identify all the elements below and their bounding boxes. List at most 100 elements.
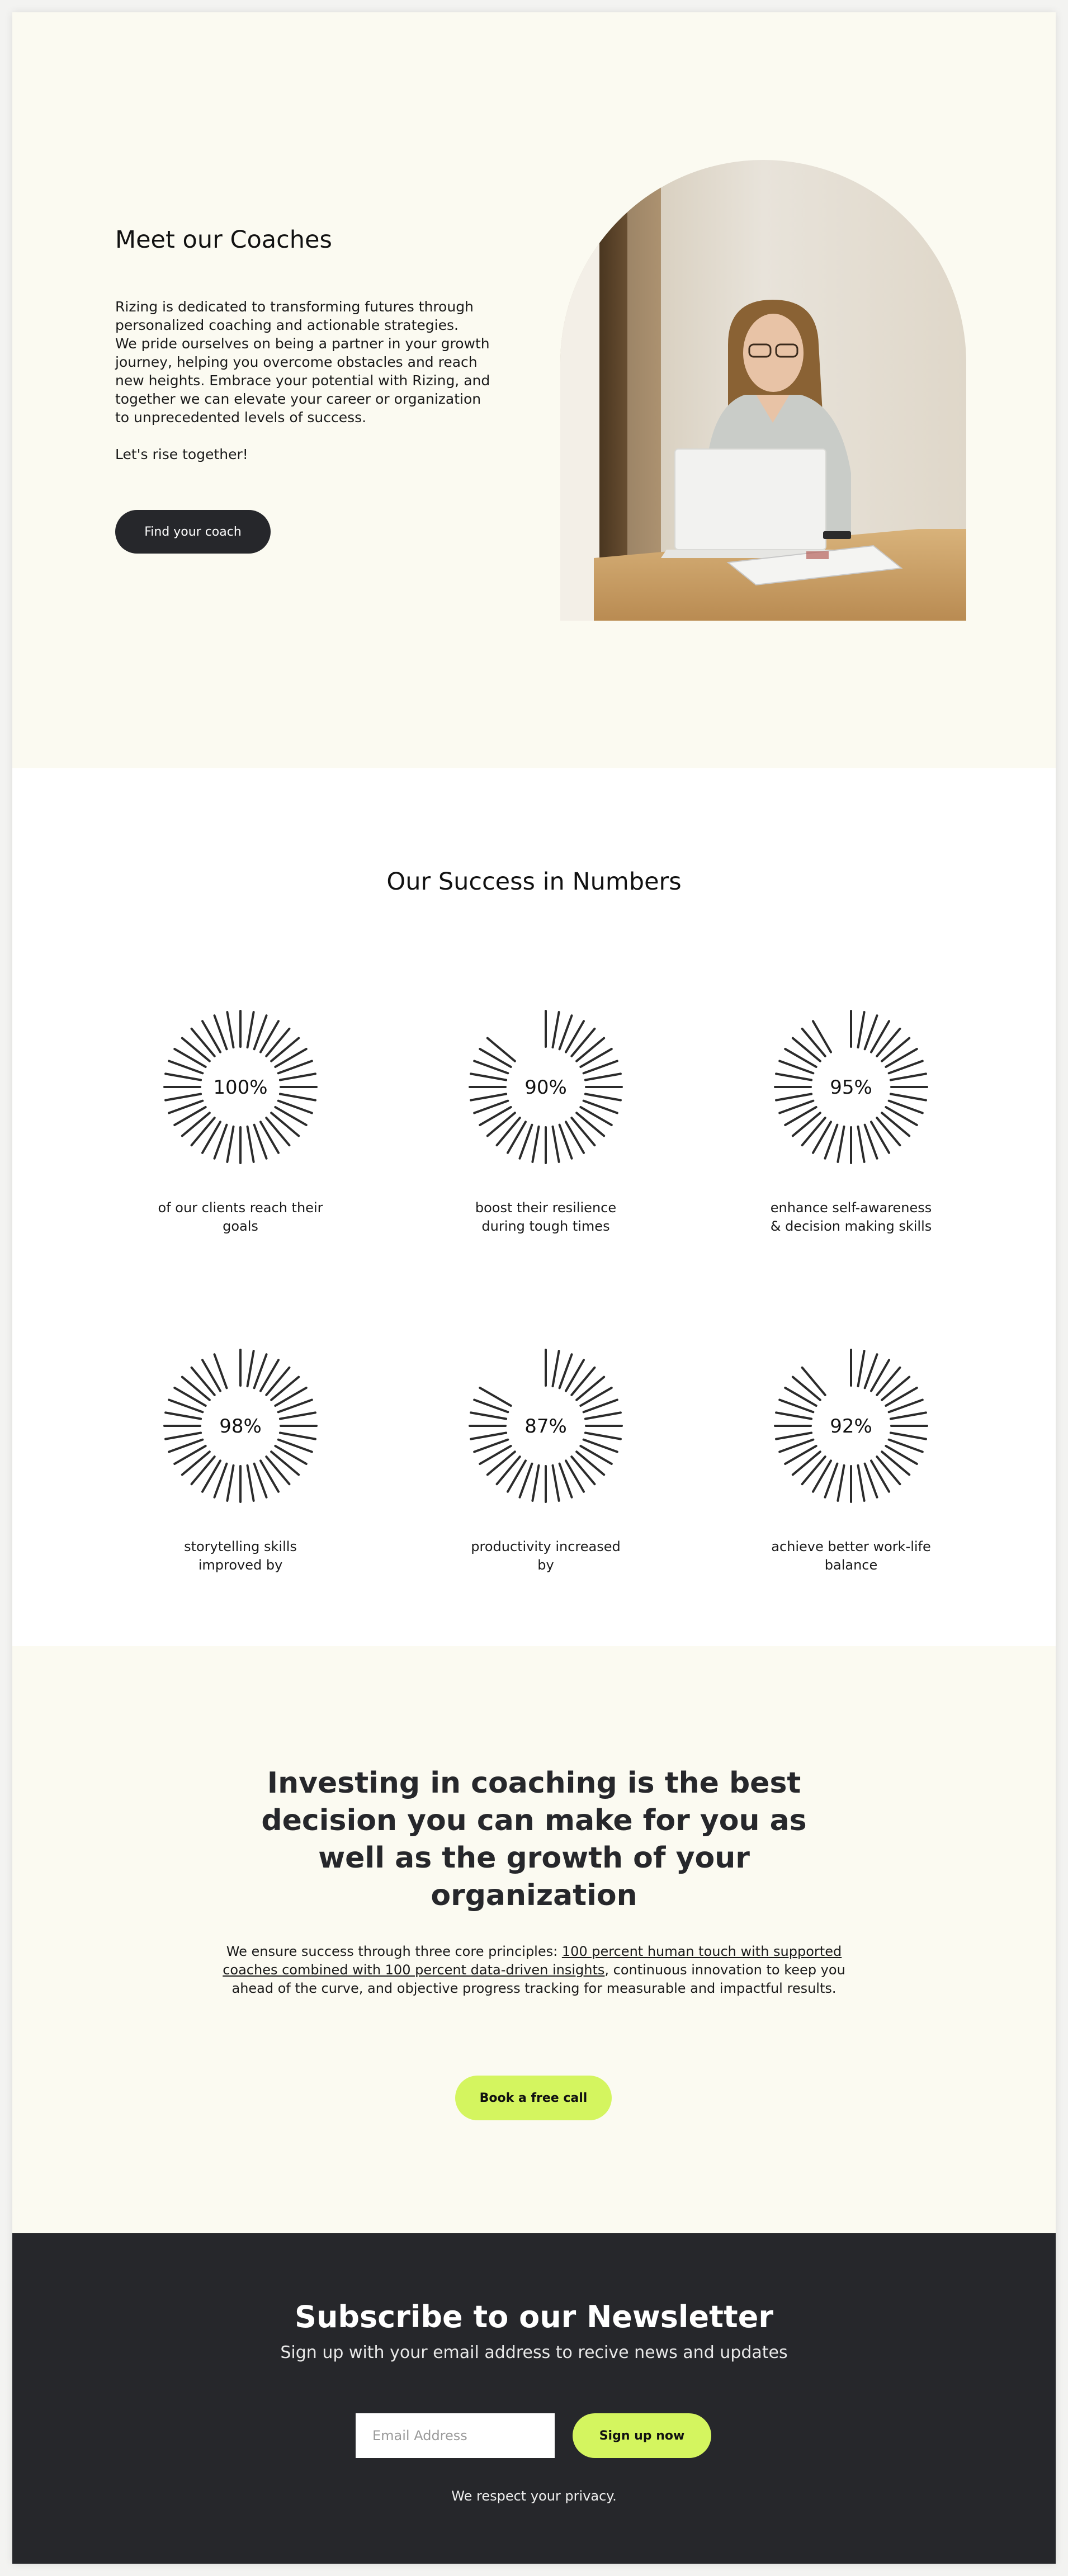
gauge-tick <box>495 1117 521 1147</box>
newsletter-section: Subscribe to our Newsletter Sign up with… <box>12 2233 1056 2564</box>
gauge-tick <box>881 1450 911 1476</box>
gauge-tick <box>190 1366 216 1396</box>
gauge-tick <box>470 1431 508 1440</box>
stat-label: achieve better work-life balance <box>771 1539 931 1573</box>
gauge-tick <box>278 1093 316 1102</box>
gauge-tick <box>837 1464 845 1502</box>
gauge-tick <box>876 1455 901 1486</box>
stat-value: 100% <box>213 1076 267 1099</box>
gauge-tick <box>775 1431 813 1440</box>
gauge-tick <box>270 1376 300 1401</box>
gauge-tick <box>575 1037 606 1062</box>
gauge-tick <box>570 1366 596 1396</box>
gauge-tick <box>876 1027 901 1057</box>
gauge-tick <box>584 1093 622 1102</box>
gauge-tick <box>889 1093 927 1102</box>
gauge-tick <box>575 1112 606 1137</box>
gauge-tick <box>889 1431 927 1440</box>
gauge-tick <box>575 1450 606 1476</box>
progress-ring: 92% <box>774 1349 928 1503</box>
stat-label: storytelling skills improved by <box>184 1539 297 1573</box>
gauge-tick <box>551 1350 560 1388</box>
progress-ring: 90% <box>469 1010 623 1164</box>
gauge-tick <box>278 1431 316 1440</box>
stat-value: 92% <box>830 1415 872 1438</box>
gauge-tick <box>486 1450 516 1476</box>
gauge-tick <box>881 1112 911 1137</box>
stat-label: boost their resilience during tough time… <box>475 1200 617 1234</box>
stat-value: 90% <box>524 1076 567 1099</box>
gauge-tick <box>551 1464 560 1502</box>
stat-card: 87% productivity increased by <box>440 1342 652 1575</box>
page: Meet our Coaches Rizing is dedicated to … <box>12 12 1056 2564</box>
gauge-tick <box>246 1125 255 1163</box>
stat-label: enhance self-awareness & decision making… <box>770 1200 932 1234</box>
gauge-tick <box>164 1093 202 1102</box>
gauge-tick <box>265 1027 291 1057</box>
gauge-tick <box>801 1366 826 1396</box>
find-coach-button[interactable]: Find your coach <box>115 510 271 554</box>
book-call-button[interactable]: Book a free call <box>455 2076 612 2120</box>
progress-ring: 95% <box>774 1010 928 1164</box>
gauge-tick <box>575 1376 606 1401</box>
gauge-tick <box>470 1072 508 1081</box>
gauge-tick <box>486 1037 516 1062</box>
gauge-tick <box>181 1112 211 1137</box>
progress-ring: 100% <box>163 1010 318 1164</box>
hero-title: Meet our Coaches <box>115 226 332 254</box>
gauge-tick <box>791 1112 821 1137</box>
gauge-tick <box>584 1431 622 1440</box>
gauge-tick <box>775 1411 813 1420</box>
gauge-tick <box>265 1455 291 1486</box>
progress-ring: 87% <box>469 1349 623 1503</box>
hero-paragraph: We pride ourselves on being a partner in… <box>115 335 490 426</box>
gauge-tick <box>246 1350 255 1388</box>
stat-value: 98% <box>219 1415 262 1438</box>
newsletter-title: Subscribe to our Newsletter <box>295 2299 773 2334</box>
email-field[interactable] <box>356 2413 555 2458</box>
gauge-tick <box>775 1072 813 1081</box>
gauge-tick <box>470 1093 508 1102</box>
gauge-tick <box>246 1011 255 1049</box>
gauge-tick <box>190 1117 216 1147</box>
stat-label: productivity increased by <box>471 1539 621 1573</box>
gauge-tick <box>246 1464 255 1502</box>
gauge-tick <box>265 1117 291 1147</box>
stat-card: 92% achieve better work-life balance <box>745 1342 957 1575</box>
gauge-tick <box>857 1011 866 1049</box>
gauge-tick <box>801 1455 826 1486</box>
gauge-tick <box>876 1117 901 1147</box>
gauge-tick <box>584 1411 622 1420</box>
gauge-tick <box>857 1350 866 1388</box>
gauge-tick <box>881 1037 911 1062</box>
hero-section: Meet our Coaches Rizing is dedicated to … <box>12 12 1056 768</box>
stat-label: of our clients reach their goals <box>158 1200 323 1234</box>
gauge-tick <box>495 1455 521 1486</box>
gauge-tick <box>889 1072 927 1081</box>
gauge-tick <box>801 1117 826 1147</box>
invest-section: Investing in coaching is the best decisi… <box>12 1646 1056 2233</box>
hero-paragraph: Rizing is dedicated to transforming futu… <box>115 299 474 333</box>
gauge-tick <box>164 1072 202 1081</box>
stat-card: 98% storytelling skills improved by <box>134 1342 347 1575</box>
gauge-tick <box>876 1366 901 1396</box>
gauge-tick <box>857 1464 866 1502</box>
gauge-tick <box>164 1431 202 1440</box>
stat-value: 87% <box>524 1415 567 1438</box>
gauge-tick <box>791 1037 821 1062</box>
gauge-tick <box>531 1125 540 1163</box>
gauge-tick <box>551 1125 560 1163</box>
gauge-tick <box>190 1027 216 1057</box>
invest-text-start: We ensure success through three core pri… <box>226 1944 562 1959</box>
gauge-tick <box>570 1455 596 1486</box>
gauge-tick <box>584 1072 622 1081</box>
stats-title: Our Success in Numbers <box>386 868 682 896</box>
sign-up-button[interactable]: Sign up now <box>573 2413 711 2458</box>
gauge-tick <box>801 1027 826 1057</box>
invest-text: We ensure success through three core pri… <box>219 1942 849 1998</box>
gauge-tick <box>181 1376 211 1401</box>
gauge-tick <box>270 1450 300 1476</box>
gauge-tick <box>551 1011 560 1049</box>
newsletter-subtitle: Sign up with your email address to reciv… <box>280 2343 788 2362</box>
gauge-tick <box>791 1376 821 1401</box>
